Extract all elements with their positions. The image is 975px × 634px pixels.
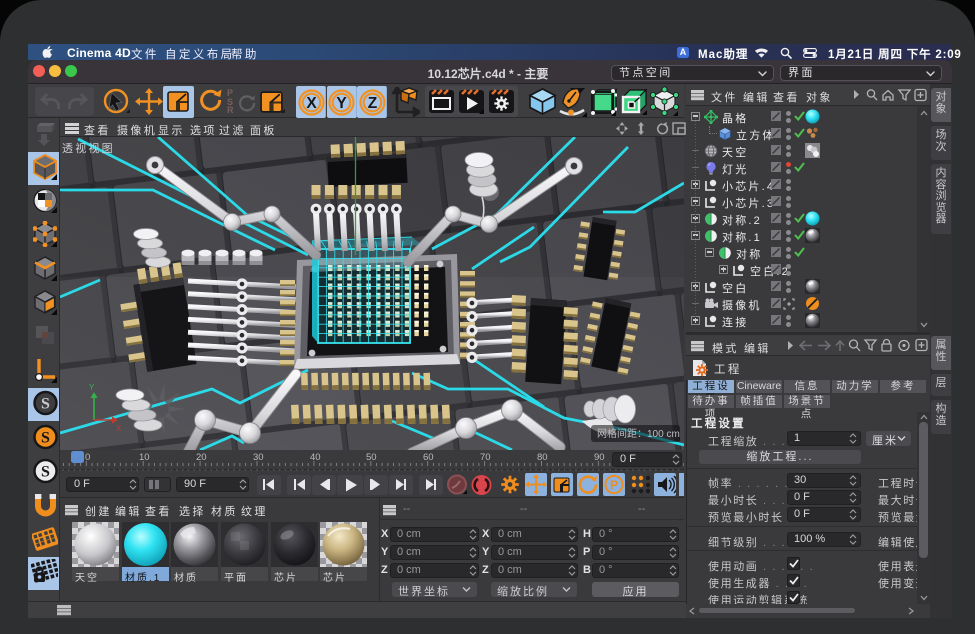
svg-text:X: X bbox=[116, 424, 122, 433]
svg-text:Y: Y bbox=[336, 95, 347, 112]
svg-text:网格间距：100 cm: 网格间距：100 cm bbox=[597, 427, 680, 440]
svg-text:Z: Z bbox=[367, 95, 377, 112]
svg-text:P: P bbox=[610, 478, 618, 492]
svg-text:X: X bbox=[306, 95, 317, 112]
svg-text:S: S bbox=[41, 396, 50, 413]
svg-text:S: S bbox=[41, 464, 50, 481]
svg-text:S: S bbox=[41, 430, 50, 447]
svg-text:Y: Y bbox=[89, 383, 95, 392]
